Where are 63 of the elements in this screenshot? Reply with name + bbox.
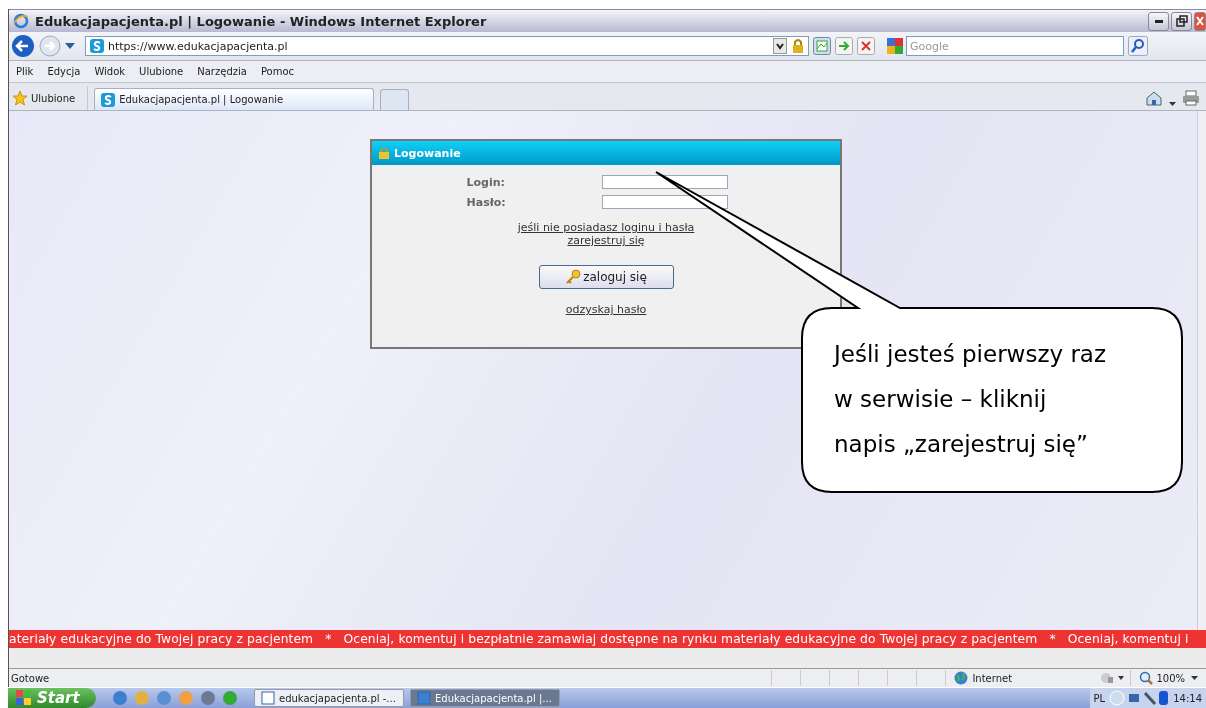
- minimize-icon: [1154, 19, 1163, 23]
- window-title: Edukacjapacjenta.pl | Logowanie - Windows Internet Explorer: [35, 13, 488, 29]
- key-icon: [565, 269, 582, 285]
- browser-logo-icon: [13, 13, 29, 29]
- search-field[interactable]: Google: [906, 36, 1124, 56]
- print-icon[interactable]: [1182, 90, 1200, 106]
- news-ticker: ateriały edukacyjne do Twojej pracy z pacjentem * Oceniaj, komentuj i bezpłatnie zamawiaj dostępne na rynku materiały edukacyjne do Twojej pracy z pacjentem * Oceniaj, komentuj i: [9, 630, 1206, 648]
- search-provider-icon: [887, 38, 903, 54]
- dropdown-arrow-icon[interactable]: [1191, 676, 1198, 680]
- restore-icon: [1175, 15, 1188, 27]
- close-button[interactable]: [1194, 11, 1206, 31]
- login-button[interactable]: zaloguj się: [538, 265, 674, 289]
- register-link[interactable]: jeśli nie posiadasz loginu i hasła: [517, 221, 695, 234]
- recover-password-link[interactable]: odzyskaj hasło: [565, 303, 647, 316]
- back-button[interactable]: [11, 34, 35, 58]
- site-icon: [90, 39, 104, 53]
- stop-button[interactable]: [857, 37, 875, 55]
- field-label: Login:: [466, 175, 506, 189]
- compatibility-view-button[interactable]: [813, 37, 831, 55]
- clock: 14:14: [1173, 692, 1202, 704]
- quick-launch-icon[interactable]: [112, 690, 128, 706]
- dropdown-arrow-icon[interactable]: [1169, 102, 1176, 106]
- close-icon: [1196, 16, 1204, 26]
- callout-text: Jeśli jesteś pierwszy raz w serwisie – kliknij napis „zarejestruj się”: [834, 340, 1106, 459]
- document-icon: [417, 691, 431, 705]
- home-icon[interactable]: [1145, 90, 1163, 106]
- restore-button[interactable]: [1171, 11, 1192, 31]
- favorites-button[interactable]: Ulubione: [12, 86, 89, 110]
- padlock-icon: [378, 147, 390, 159]
- document-icon: [261, 691, 275, 705]
- register-link[interactable]: zarejestruj się: [567, 234, 645, 247]
- padlock-icon: [791, 38, 805, 54]
- taskbar-button[interactable]: Edukacjapacjenta.pl |...: [410, 689, 560, 707]
- input-field[interactable]: [601, 195, 728, 209]
- panel-title: Logowanie: [394, 146, 461, 160]
- menu-item[interactable]: Narzędzia: [197, 66, 247, 77]
- field-label: Hasło:: [466, 195, 507, 209]
- menu-item[interactable]: Widok: [94, 66, 126, 77]
- input-field[interactable]: [601, 175, 728, 189]
- security-zone: Internet: [945, 670, 1095, 686]
- language-indicator[interactable]: PL: [1093, 692, 1106, 704]
- go-button[interactable]: [835, 37, 853, 55]
- menu-item[interactable]: Plik: [16, 66, 34, 77]
- search-button[interactable]: [1128, 36, 1148, 56]
- zoom-icon: [1139, 671, 1154, 685]
- tray-icons-drawing[interactable]: [1109, 690, 1170, 706]
- scrollbar[interactable]: [1197, 111, 1206, 630]
- address-field[interactable]: https://www.edukacjapacjenta.pl: [85, 36, 809, 56]
- menu-item[interactable]: Edycja: [47, 66, 81, 77]
- dropdown-arrow-icon[interactable]: [65, 43, 75, 49]
- menu-item[interactable]: Pomoc: [260, 66, 295, 77]
- quick-launch-icon[interactable]: [200, 690, 216, 706]
- browser-tab[interactable]: Edukacjapacjenta.pl | Logowanie: [94, 88, 375, 110]
- minimize-button[interactable]: [1148, 11, 1169, 31]
- star-icon: [12, 90, 28, 106]
- dropdown-button[interactable]: [773, 38, 787, 54]
- windows-logo-icon: [16, 690, 32, 706]
- menu-item[interactable]: Ulubione: [139, 66, 184, 77]
- status-text: Gotowe: [11, 672, 50, 684]
- site-icon: [101, 92, 116, 107]
- taskbar-button[interactable]: edukacjapacjenta.pl -...: [254, 689, 404, 707]
- globe-icon: [954, 671, 969, 685]
- zoom-button[interactable]: 100%: [1130, 670, 1185, 686]
